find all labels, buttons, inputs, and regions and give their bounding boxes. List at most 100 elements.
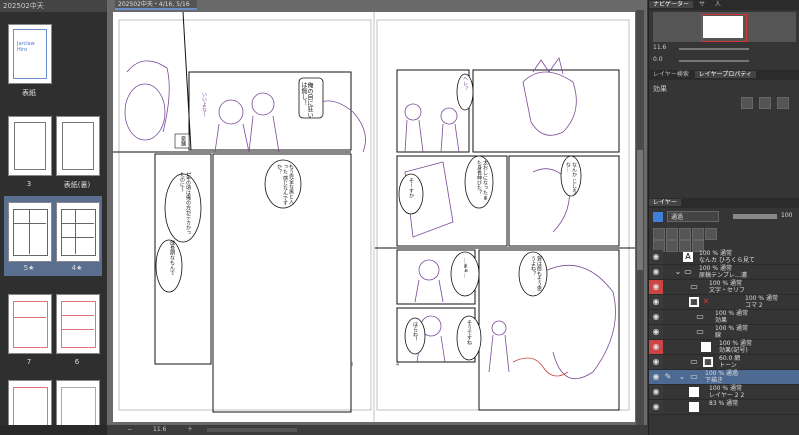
tab-layer-search[interactable]: レイヤー検索 [649,71,693,78]
page-thumbnail-cover[interactable]: Jarclaw Hiro [8,24,52,84]
navigator-zoom-row: 11.6 [653,44,796,54]
layer-opacity-blend: 100 % 通常 [715,310,748,317]
navigator-zoom-value[interactable]: 11.6 [653,44,666,51]
text-layer-icon: A [683,252,693,262]
layer-name: 効果 [715,317,728,324]
folder-icon: ▭ [696,312,704,321]
layer-name: 文字・セリフ [709,287,746,294]
layer-row[interactable]: ◉ ▭ 100 % 通常 効果 [649,310,799,325]
speech-bubble-text: なんか じしろな… [565,162,577,194]
chevron-down-icon[interactable]: ⌄ [677,372,687,382]
blend-mode-select[interactable]: 通過 [667,211,719,222]
navigator-preview[interactable] [653,12,796,42]
zoom-slider[interactable] [679,48,749,50]
page-number-marker: 4 [350,362,354,368]
eye-icon[interactable]: ◉ [649,295,663,309]
layer-row[interactable]: ◉ ⌄ ▭ 100 % 通常 原稿テンプレ…濃 [649,265,799,280]
effect-color-icon[interactable] [777,97,790,109]
layer-row[interactable]: ◉ 100 % 通常 レイヤー 2 2 [649,385,799,400]
page-thumbnail-6[interactable] [56,294,100,354]
eye-icon[interactable]: ◉ [649,385,663,399]
layer-opacity-blend: 100 % 通常 [709,280,742,287]
opacity-value[interactable]: 100 [781,212,792,219]
page-label: 3 [26,180,32,188]
zoom-readout[interactable]: 11.6 [153,425,166,435]
speech-bubble-text: そーすか [408,178,414,198]
tab-info[interactable]: 人 [711,1,725,8]
page-label: 5★ [23,264,35,272]
eye-icon[interactable]: ◉ [649,325,663,339]
folder-icon: ▭ [684,267,692,276]
layer-row[interactable]: ◉ ▭ 100 % 通常 文字・セリフ [649,280,799,295]
horizontal-scrollbar[interactable] [207,428,297,432]
cover-sketch-text: Jarclaw Hiro [17,41,35,53]
page-thumbnail-cover-back[interactable] [56,116,100,176]
opacity-slider[interactable] [733,214,777,219]
page-panel-toolbar [0,425,107,435]
layer-opacity-blend: 100 % 通常 [699,265,732,272]
folder-icon: ▭ [690,282,698,291]
layer-row[interactable]: ◉ A 100 % 通常 なんカ ひろくら見て [649,250,799,265]
layer-opacity-blend: 100 % 通常 [709,385,742,392]
layer-name: なんカ ひろくら見て [699,257,755,264]
zoom-out-icon[interactable]: − [127,425,132,435]
layer-color-icon[interactable] [653,212,663,222]
effect-tone-icon[interactable] [759,97,772,109]
manuscript-spread[interactable] [113,12,635,422]
layer-opacity-blend: 100 % 通常 [745,295,778,302]
page-thumbnail-3[interactable] [8,116,52,176]
tab-navigator[interactable]: ナビゲーター [649,1,694,8]
rotation-value[interactable]: 0.0 [653,56,663,63]
speech-bubble-text: ほらね！ [412,322,418,342]
layer-name: レイヤー 2 2 [709,392,745,399]
layer-opacity-blend: 100 % 通常 [715,325,748,332]
layer-name: 線 [715,332,722,339]
layer-toolbar-top [653,225,796,240]
tab-sub-view[interactable]: サ [695,1,709,8]
layer-row[interactable]: ◉ 83 % 通常 [649,400,799,415]
layer-list[interactable]: ◉ A 100 % 通常 なんカ ひろくら見て ◉ ⌄ ▭ 100 % 通常 原稿テ… [649,250,799,435]
effect-border-icon[interactable] [741,97,753,109]
layer-row[interactable]: ◉ ▦ ✕ 100 % 通常 コマ 2 [649,295,799,310]
canvas-status-bar: 11.6 − ＋ [107,425,647,435]
layer-row-selected[interactable]: ◉ ✎ ⌄ ▭ 100 % 通過 下描き [649,370,799,385]
speech-bubble-text: 成長期なもんで [169,240,175,275]
page-thumbnail-9[interactable] [8,380,52,429]
page-thumbnail-5[interactable] [8,202,52,262]
sketch-note-text: いいよな〜 [201,92,207,117]
eye-icon[interactable]: ◉ [649,250,663,264]
tab-layer-property[interactable]: レイヤープロパティ [694,71,756,78]
eye-icon[interactable]: ◉ [649,265,663,279]
page-thumbnail-4[interactable] [56,202,100,262]
page-thumbnail-7[interactable] [8,294,52,354]
page-thumbnail-8[interactable] [56,380,100,429]
eye-icon[interactable]: ◉ [649,340,663,354]
eye-icon[interactable]: ◉ [649,310,663,324]
sketch-note-text: ヘレ？ [462,76,468,91]
layer-row[interactable]: ◉ 100 % 通常 効果(記号) [649,340,799,355]
layer-name: トーン [719,362,737,369]
page-label: 4★ [71,264,83,272]
eye-icon[interactable]: ◉ [649,355,663,369]
effect-label: 効果 [653,85,667,93]
right-panel-dock: ナビゲーター サ 人 11.6 0.0 レイヤー検索 レイヤープロパティ 効果 … [648,0,799,435]
document-tab[interactable]: 202502中天・4/16, 5/16 [115,0,197,10]
effect-buttons [741,94,791,109]
zoom-in-icon[interactable]: ＋ [187,425,193,435]
page-label: 表紙(裏) [63,181,91,189]
speech-bubble-text: 1年の頃は俺の方がデカかったのに〜 [179,172,191,236]
layer-row[interactable]: ◉ ▭ ▦ 60.0 網トーン [649,355,799,370]
eye-icon[interactable]: ◉ [649,400,663,414]
eye-icon[interactable]: ◉ [649,280,663,294]
navigator-tabs: ナビゲーター サ 人 [649,0,799,10]
tone-layer-icon: ▦ [703,357,713,367]
vertical-scrollbar[interactable] [636,10,644,425]
chevron-down-icon[interactable]: ⌄ [673,267,683,277]
tab-layer[interactable]: レイヤー [649,199,681,206]
layer-row[interactable]: ◉ ▭ 100 % 通常線 [649,325,799,340]
page-panel-tab[interactable]: 202502中天 [0,0,107,12]
eye-icon[interactable]: ◉ [649,370,663,384]
page-number-marker: 4 [396,362,400,368]
page-label: 6 [74,358,80,366]
rotation-slider[interactable] [679,60,749,62]
